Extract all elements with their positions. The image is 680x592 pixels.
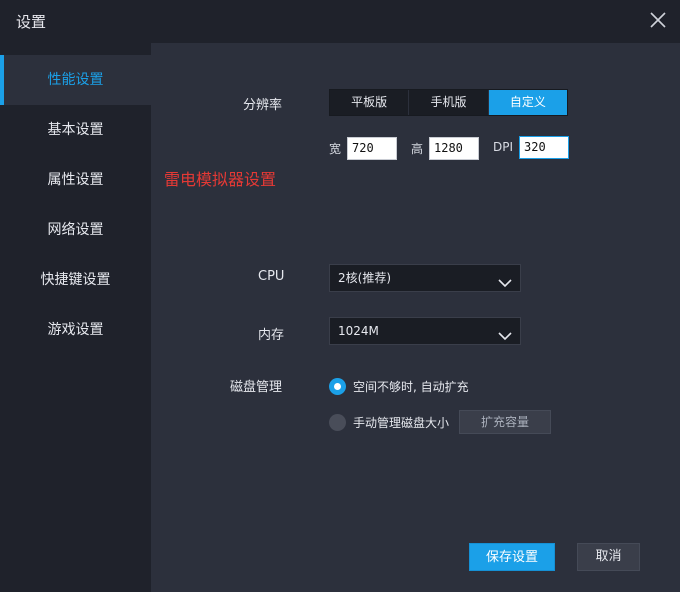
width-input[interactable]: 720 [347, 137, 397, 160]
sidebar-item-label: 属性设置 [47, 172, 104, 188]
settings-panel: 分辨率 平板版 手机版 自定义 宽 720 高 1280 DPI 320 雷电模… [151, 43, 680, 592]
resolution-label: 分辨率 [243, 98, 283, 113]
active-indicator [0, 55, 4, 105]
dpi-label: DPI [493, 140, 514, 154]
resolution-segmented-control: 平板版 手机版 自定义 [329, 89, 568, 116]
cpu-select-value: 2核(推荐) [338, 271, 391, 285]
sidebar-item-label: 性能设置 [47, 72, 104, 88]
resolution-custom-button[interactable]: 自定义 [488, 90, 567, 115]
radio-unselected-icon[interactable] [329, 414, 346, 431]
height-label: 高 [411, 142, 424, 156]
memory-select-value: 1024M [338, 324, 379, 338]
resolution-phone-button[interactable]: 手机版 [409, 90, 489, 115]
sidebar-item-game[interactable]: 游戏设置 [0, 305, 151, 355]
disk-auto-option[interactable]: 空间不够时, 自动扩充 [329, 378, 469, 395]
expand-capacity-button[interactable]: 扩充容量 [459, 410, 551, 434]
close-icon[interactable] [648, 10, 668, 30]
disk-label: 磁盘管理 [230, 380, 283, 395]
disk-manual-label: 手动管理磁盘大小 [353, 416, 450, 430]
radio-selected-icon[interactable] [329, 378, 346, 395]
chevron-down-icon [498, 325, 512, 341]
disk-auto-label: 空间不够时, 自动扩充 [353, 380, 469, 394]
watermark-text: 雷电模拟器设置 [164, 170, 277, 189]
save-button[interactable]: 保存设置 [469, 543, 555, 571]
dpi-input[interactable]: 320 [519, 136, 569, 159]
sidebar-item-label: 游戏设置 [47, 322, 104, 338]
title-bar: 设置 [0, 0, 680, 43]
window-title: 设置 [16, 13, 47, 31]
chevron-down-icon [498, 272, 512, 288]
memory-select[interactable]: 1024M [329, 317, 521, 345]
cancel-button[interactable]: 取消 [577, 543, 640, 571]
sidebar-item-label: 快捷键设置 [40, 272, 111, 288]
sidebar-item-properties[interactable]: 属性设置 [0, 155, 151, 205]
cpu-select[interactable]: 2核(推荐) [329, 264, 521, 292]
resolution-tablet-button[interactable]: 平板版 [330, 90, 410, 115]
height-input[interactable]: 1280 [429, 137, 479, 160]
memory-label: 内存 [258, 328, 285, 343]
sidebar-item-label: 基本设置 [47, 122, 104, 138]
sidebar: 性能设置 基本设置 属性设置 网络设置 快捷键设置 游戏设置 [0, 43, 151, 592]
sidebar-item-basic[interactable]: 基本设置 [0, 105, 151, 155]
disk-manual-option[interactable]: 手动管理磁盘大小 [329, 414, 449, 431]
width-label: 宽 [329, 142, 342, 156]
cpu-label: CPU [258, 269, 285, 284]
sidebar-item-network[interactable]: 网络设置 [0, 205, 151, 255]
sidebar-item-shortcuts[interactable]: 快捷键设置 [0, 255, 151, 305]
sidebar-item-label: 网络设置 [47, 222, 104, 238]
sidebar-item-performance[interactable]: 性能设置 [0, 55, 151, 105]
